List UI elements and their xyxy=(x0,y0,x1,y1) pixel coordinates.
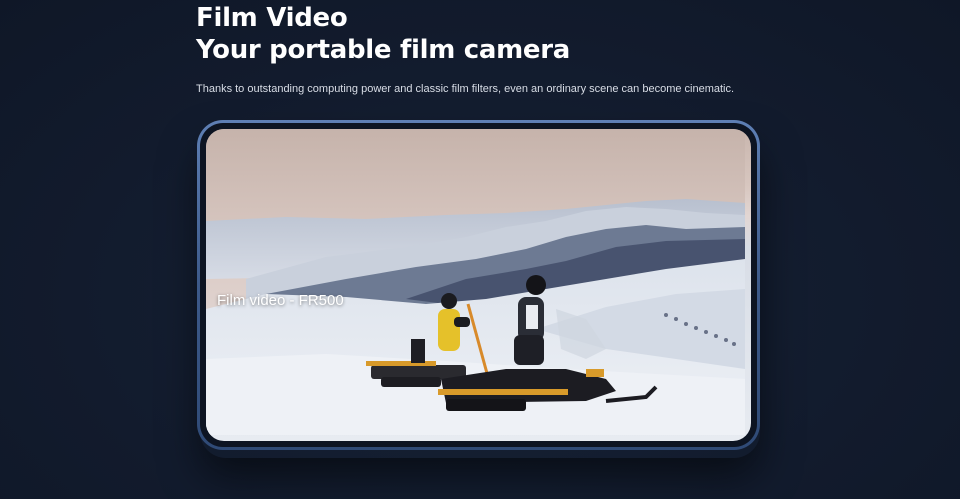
device-frame: Film video - FR500 xyxy=(197,120,760,450)
section-description: Thanks to outstanding computing power an… xyxy=(196,83,735,95)
section-heading: Film Video Your portable film camera xyxy=(196,2,570,66)
device-bezel: Film video - FR500 xyxy=(200,123,757,447)
heading-subtitle: Your portable film camera xyxy=(196,35,570,65)
video-caption: Film video - FR500 xyxy=(217,292,344,309)
snow-scene-image xyxy=(206,129,745,435)
page: Film Video Your portable film camera Tha… xyxy=(0,0,960,499)
video-player[interactable]: Film video - FR500 xyxy=(206,129,751,441)
heading-title: Film Video xyxy=(196,3,348,33)
